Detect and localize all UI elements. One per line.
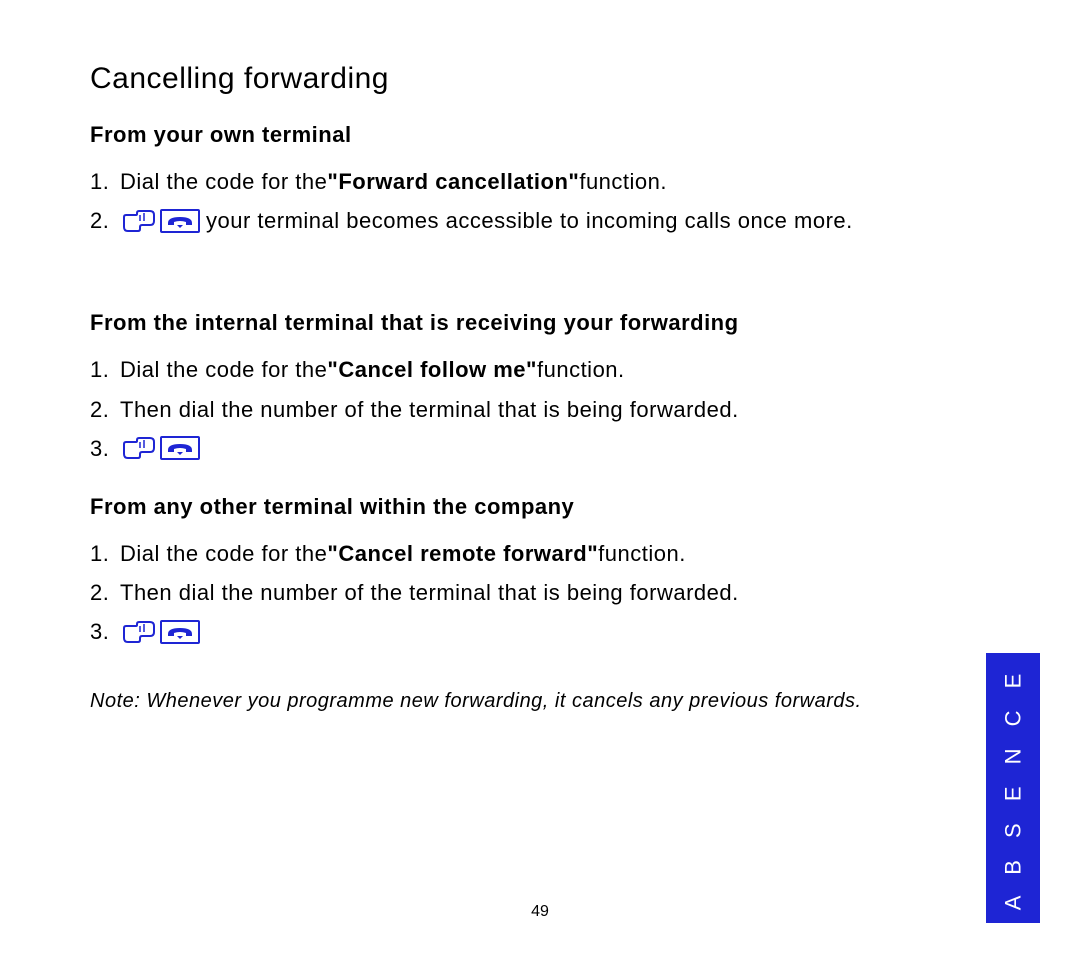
footer-note: Note: Whenever you programme new forward… [90, 690, 990, 713]
hang-up-phone-icon [160, 436, 200, 460]
pointing-hand-icon [122, 209, 156, 233]
item-number: 2. [90, 392, 120, 427]
section-heading: From your own terminal [90, 122, 990, 148]
item-number: 1. [90, 352, 120, 387]
pointing-hand-icon [122, 436, 156, 460]
list-item: 1.Dial the code for the "Cancel follow m… [90, 352, 990, 387]
document-page: Cancelling forwarding From your own term… [0, 0, 1080, 961]
item-number: 3. [90, 614, 120, 649]
section-heading: From the internal terminal that is recei… [90, 310, 990, 336]
section-tab-absence: A B S E N C E [986, 653, 1040, 923]
item-text: Dial the code for the "Cancel follow me"… [120, 352, 625, 387]
function-name: "Cancel follow me" [327, 352, 537, 387]
item-text: Then dial the number of the terminal tha… [120, 575, 739, 610]
item-text: Dial the code for the "Cancel remote for… [120, 536, 686, 571]
item-text: your terminal becomes accessible to inco… [120, 203, 853, 238]
item-number: 2. [90, 575, 120, 610]
action-icons [122, 436, 200, 460]
item-number: 3. [90, 431, 120, 466]
sections-container: From your own terminal1.Dial the code fo… [90, 122, 990, 650]
page-number: 49 [531, 903, 549, 921]
list-item: 3. [90, 614, 990, 649]
hang-up-phone-icon [160, 209, 200, 233]
list-item: 2.Then dial the number of the terminal t… [90, 392, 990, 427]
item-number: 1. [90, 536, 120, 571]
item-text [120, 436, 206, 460]
list-item: 3. [90, 431, 990, 466]
list-item: 2.Then dial the number of the terminal t… [90, 575, 990, 610]
hang-up-phone-icon [160, 620, 200, 644]
action-icons [122, 620, 200, 644]
item-text: Dial the code for the "Forward cancellat… [120, 164, 667, 199]
item-number: 1. [90, 164, 120, 199]
function-name: "Cancel remote forward" [327, 536, 598, 571]
pointing-hand-icon [122, 620, 156, 644]
page-title: Cancelling forwarding [90, 62, 990, 96]
section-heading: From any other terminal within the compa… [90, 494, 990, 520]
action-icons [122, 209, 200, 233]
list-item: 1.Dial the code for the "Forward cancell… [90, 164, 990, 199]
item-text [120, 620, 206, 644]
function-name: "Forward cancellation" [327, 164, 579, 199]
list-item: 2. your terminal becomes accessible to i… [90, 203, 990, 238]
item-number: 2. [90, 203, 120, 238]
list-item: 1.Dial the code for the "Cancel remote f… [90, 536, 990, 571]
item-text: Then dial the number of the terminal tha… [120, 392, 739, 427]
section-tab-label: A B S E N C E [1000, 666, 1026, 911]
